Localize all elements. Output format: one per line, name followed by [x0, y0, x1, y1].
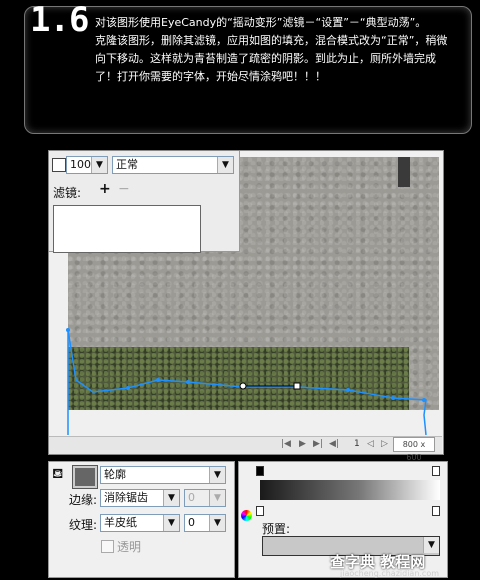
gradient-color-stop-right[interactable]	[432, 466, 440, 476]
edge-select[interactable]: 消除锯齿 ▼	[100, 489, 180, 507]
edge-value: 消除锯齿	[104, 491, 148, 504]
control-point-left[interactable]	[239, 382, 247, 390]
gradient-opacity-stop-right[interactable]	[432, 506, 440, 516]
next-page-icon[interactable]: ▶|	[313, 439, 323, 449]
remove-filter-icon[interactable]: −	[118, 181, 130, 197]
texture-amount-field[interactable]: 0 ▼	[184, 514, 226, 532]
texture-amount-value: 0	[188, 516, 195, 529]
bezier-path-line	[67, 329, 427, 436]
fill-type-value: 轮廓	[104, 468, 126, 481]
path-node[interactable]	[391, 396, 395, 400]
instruction-text: 对该图形使用EyeCandy的“摇动变形”滤镜－“设置”－“典型动荡”。 克隆该…	[95, 14, 455, 86]
edge-amount-field[interactable]: 0 ▼	[184, 489, 226, 507]
filters-label: 滤镜:	[53, 186, 82, 200]
chevron-down-icon[interactable]: ▼	[217, 157, 233, 173]
filters-list[interactable]	[53, 205, 201, 253]
gradient-color-stop-left[interactable]	[256, 466, 264, 476]
path-node[interactable]	[66, 328, 70, 332]
play-back-icon[interactable]: ◀|	[329, 439, 339, 449]
path-node[interactable]	[156, 378, 160, 382]
first-page-icon[interactable]: |◀	[281, 439, 291, 449]
chevron-down-icon[interactable]: ▼	[163, 515, 179, 531]
instruction-paragraph-2: 克隆该图形，删除其滤镜，应用如图的填充，混合模式改为“正常”，稍微向下移动。这样…	[95, 34, 448, 83]
chevron-down-icon[interactable]: ▼	[163, 490, 179, 506]
blend-mode-select[interactable]: 正常 ▼	[112, 156, 234, 174]
fill-color-swatch[interactable]	[73, 466, 97, 488]
transparent-label: 透明	[117, 540, 142, 554]
blend-mode-value: 正常	[116, 158, 138, 171]
texture-select[interactable]: 羊皮纸 ▼	[100, 514, 180, 532]
canvas-size-readout: 800 x 600	[393, 437, 435, 462]
site-watermark-url: jiaocheng.chazidian.com	[340, 569, 440, 578]
next-icon[interactable]: ▷	[381, 439, 388, 449]
chevron-down-icon[interactable]: ▼	[423, 537, 439, 553]
prev-icon[interactable]: ◁	[367, 439, 374, 449]
texture-label: 纹理:	[69, 518, 98, 532]
status-bar: |◀ ▶ ▶| ◀| 1 ◁ ▷	[49, 436, 442, 454]
chevron-down-icon[interactable]: ▼	[209, 490, 225, 506]
opacity-field[interactable]: 100 ▼	[66, 156, 108, 174]
chevron-down-icon[interactable]: ▼	[209, 515, 225, 531]
page-number: 1	[354, 439, 360, 449]
path-node[interactable]	[186, 380, 190, 384]
chevron-down-icon[interactable]: ▼	[209, 467, 225, 483]
color-wheel-icon[interactable]	[241, 510, 252, 521]
preset-label: 预置:	[262, 522, 291, 536]
layer-opacity-icon	[52, 158, 66, 172]
path-node[interactable]	[126, 386, 130, 390]
opacity-value: 100	[70, 158, 91, 171]
instruction-paragraph-1: 对该图形使用EyeCandy的“摇动变形”滤镜－“设置”－“典型动荡”。	[95, 16, 427, 29]
fill-type-select[interactable]: 轮廓 ▼	[100, 466, 226, 484]
edge-label: 边缘:	[69, 493, 98, 507]
add-filter-icon[interactable]: +	[99, 181, 111, 197]
play-icon[interactable]: ▶	[299, 439, 306, 449]
edge-amount-value: 0	[188, 491, 195, 504]
path-node[interactable]	[422, 398, 426, 402]
control-point-right[interactable]	[293, 382, 301, 390]
chevron-down-icon[interactable]: ▼	[91, 157, 107, 173]
gradient-opacity-stop-left[interactable]	[256, 506, 264, 516]
transparent-checkbox[interactable]	[101, 540, 114, 553]
path-node[interactable]	[346, 388, 350, 392]
paint-bucket-icon: ⛾	[52, 466, 64, 482]
texture-value: 羊皮纸	[104, 516, 137, 529]
step-number: 1.6	[30, 0, 89, 40]
gradient-preview-bar[interactable]	[260, 480, 440, 500]
